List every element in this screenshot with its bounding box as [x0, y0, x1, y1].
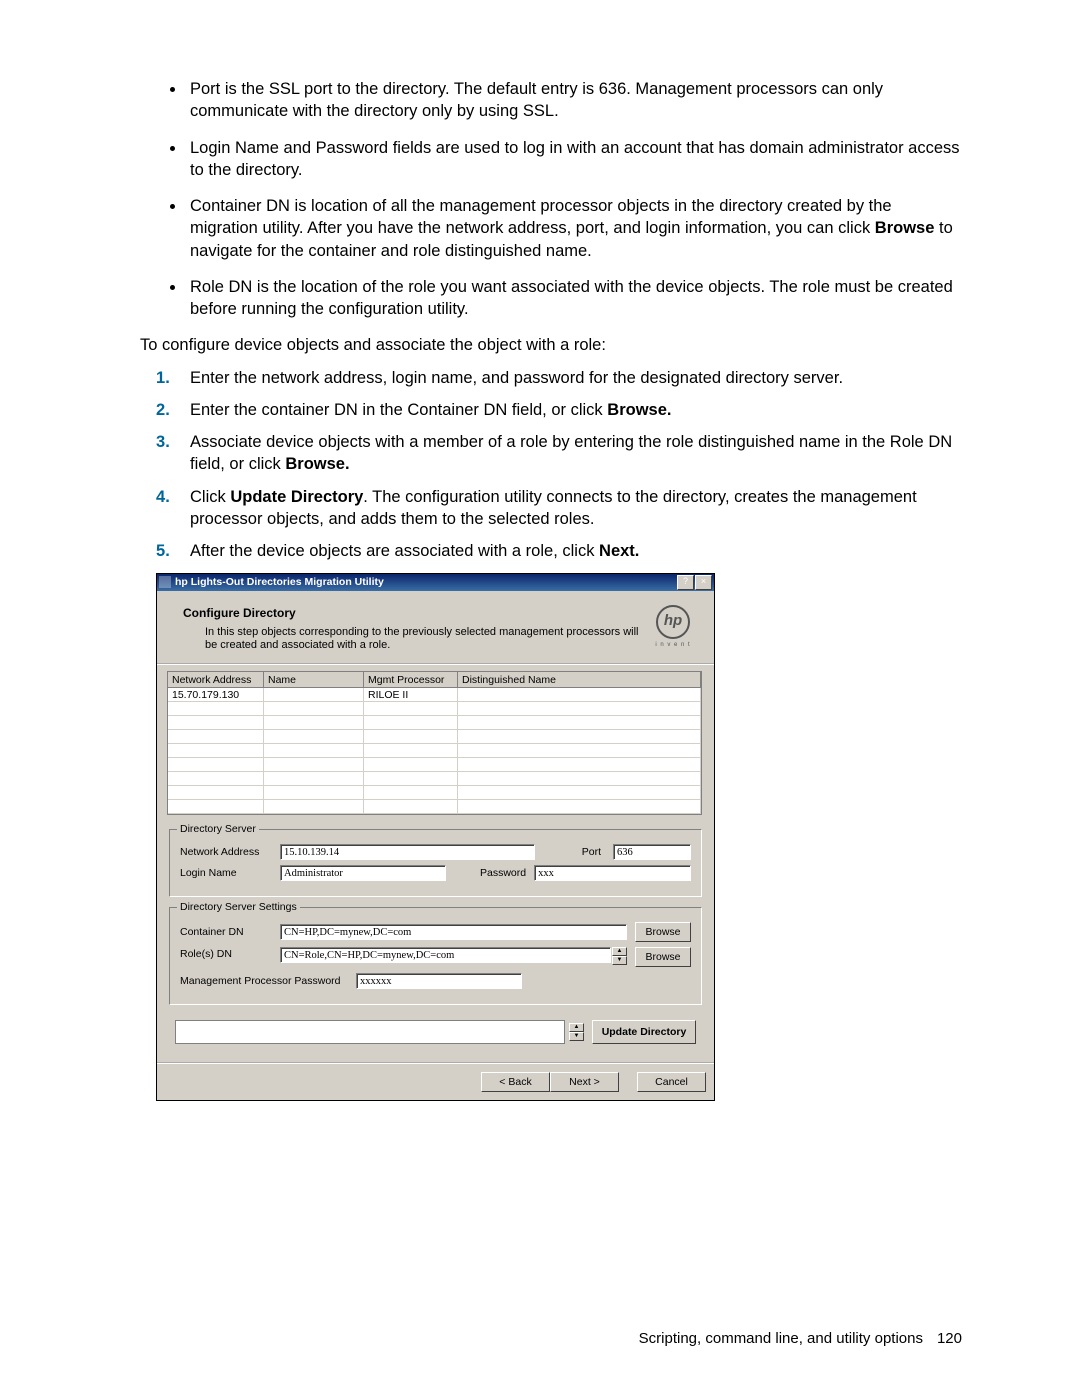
- chevron-up-icon[interactable]: ▲: [569, 1023, 584, 1032]
- bullet: Role DN is the location of the role you …: [186, 276, 962, 321]
- cancel-button[interactable]: Cancel: [637, 1072, 706, 1092]
- port-input[interactable]: [613, 844, 691, 860]
- step: Associate device objects with a member o…: [140, 431, 962, 476]
- container-dn-input[interactable]: [280, 924, 627, 940]
- step: Enter the container DN in the Container …: [140, 399, 962, 421]
- update-directory-button[interactable]: Update Directory: [592, 1020, 696, 1044]
- step: After the device objects are associated …: [140, 540, 962, 562]
- hp-logo: hp i n v e n t: [652, 605, 694, 649]
- chevron-down-icon[interactable]: ▼: [569, 1032, 584, 1041]
- titlebar[interactable]: hp Lights-Out Directories Migration Util…: [157, 574, 714, 591]
- roles-dn-input[interactable]: [280, 947, 611, 963]
- label-password: Password: [480, 866, 526, 880]
- directory-server-group: Directory Server Network Address Port Lo…: [169, 829, 702, 897]
- page-subtitle: In this step objects corresponding to th…: [183, 626, 652, 654]
- page-title: Configure Directory: [183, 605, 652, 621]
- label-roles-dn: Role(s) DN: [180, 947, 280, 961]
- col-network-address[interactable]: Network Address: [168, 672, 264, 688]
- help-button[interactable]: ?: [677, 575, 694, 590]
- col-name[interactable]: Name: [264, 672, 364, 688]
- step: Click Update Directory. The configuratio…: [140, 486, 962, 531]
- steps-list: Enter the network address, login name, a…: [140, 367, 962, 563]
- next-button[interactable]: Next >: [550, 1072, 619, 1092]
- app-icon: [159, 576, 171, 588]
- migration-utility-window: hp Lights-Out Directories Migration Util…: [156, 573, 715, 1102]
- chevron-up-icon[interactable]: ▲: [612, 947, 627, 956]
- wizard-nav: < Back Next > Cancel: [157, 1062, 714, 1100]
- back-button[interactable]: < Back: [481, 1072, 550, 1092]
- browse-roles-button[interactable]: Browse: [635, 947, 691, 967]
- log-spin[interactable]: ▲ ▼: [569, 1023, 584, 1041]
- bullet: Login Name and Password fields are used …: [186, 137, 962, 182]
- status-log[interactable]: [175, 1020, 565, 1044]
- label-login-name: Login Name: [180, 866, 280, 880]
- label-container-dn: Container DN: [180, 925, 280, 939]
- close-button[interactable]: ×: [695, 575, 712, 590]
- login-name-input[interactable]: [280, 865, 446, 881]
- step: Enter the network address, login name, a…: [140, 367, 962, 389]
- wizard-header: Configure Directory In this step objects…: [157, 591, 714, 666]
- label-network-address: Network Address: [180, 845, 280, 859]
- mp-password-input[interactable]: [356, 973, 522, 989]
- bullet: Port is the SSL port to the directory. T…: [186, 78, 962, 123]
- chevron-down-icon[interactable]: ▼: [612, 956, 627, 965]
- intro-bullets: Port is the SSL port to the directory. T…: [140, 78, 962, 320]
- label-port: Port: [582, 845, 601, 859]
- steps-intro: To configure device objects and associat…: [140, 334, 962, 356]
- col-mgmt-processor[interactable]: Mgmt Processor: [364, 672, 458, 688]
- window-title: hp Lights-Out Directories Migration Util…: [175, 575, 384, 589]
- password-input[interactable]: [534, 865, 691, 881]
- label-mp-password: Management Processor Password: [180, 974, 356, 988]
- footer: Scripting, command line, and utility opt…: [639, 1329, 962, 1349]
- col-dn[interactable]: Distinguished Name: [458, 672, 701, 688]
- network-address-input[interactable]: [280, 844, 535, 860]
- roles-spin[interactable]: ▲ ▼: [612, 947, 627, 965]
- bullet: Container DN is location of all the mana…: [186, 195, 962, 262]
- directory-server-settings-group: Directory Server Settings Container DN B…: [169, 907, 702, 1005]
- table-row[interactable]: 15.70.179.130 RILOE II: [168, 688, 701, 702]
- browse-container-button[interactable]: Browse: [635, 922, 691, 942]
- processors-table[interactable]: Network Address Name Mgmt Processor Dist…: [167, 671, 702, 815]
